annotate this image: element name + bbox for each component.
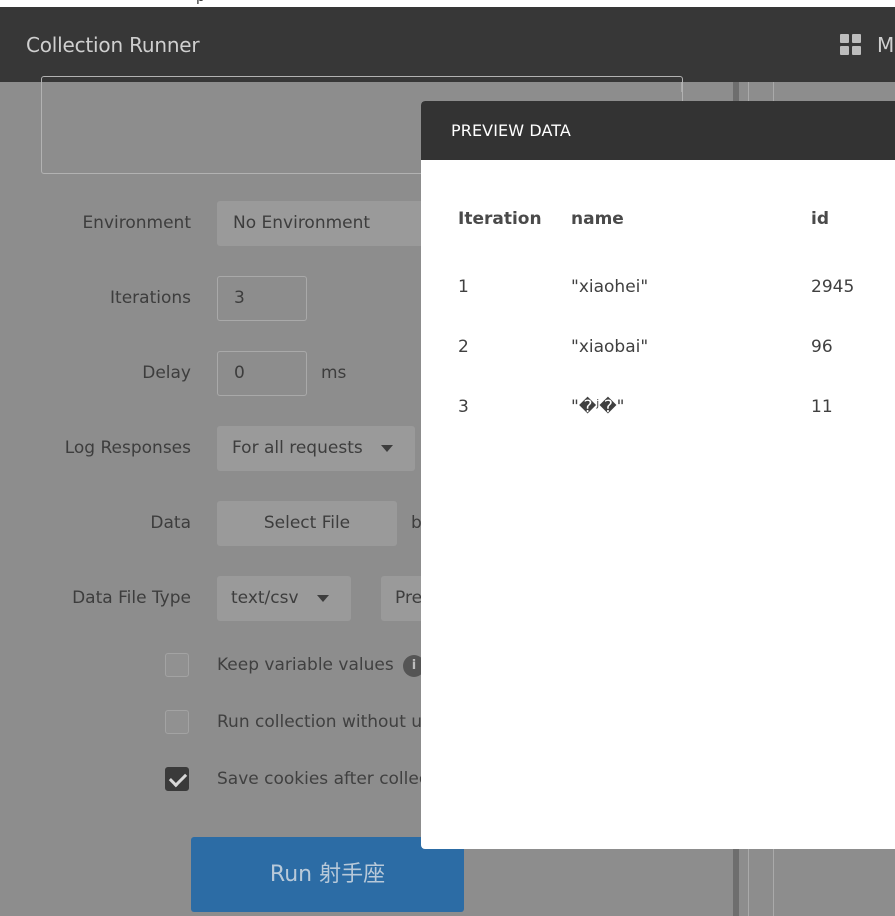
column-header-iteration: Iteration bbox=[458, 209, 542, 229]
save-cookies-label: Save cookies after collec bbox=[217, 769, 429, 789]
save-cookies-checkbox[interactable] bbox=[165, 767, 189, 791]
page-title: Collection Runner bbox=[26, 33, 200, 57]
modal-title: PREVIEW DATA bbox=[451, 121, 571, 140]
table-cell-name: "xiaohei" bbox=[571, 277, 649, 297]
chevron-down-icon bbox=[380, 444, 393, 452]
environment-label: Environment bbox=[82, 213, 191, 233]
keep-variable-values-label: Keep variable values bbox=[217, 655, 394, 675]
delay-label: Delay bbox=[142, 363, 191, 383]
table-cell-id: 11 bbox=[811, 397, 833, 417]
table-cell-name: "xiaobai" bbox=[571, 337, 649, 357]
table-cell-id: 2945 bbox=[811, 277, 855, 297]
log-responses-value: For all requests bbox=[232, 438, 363, 458]
modal-header: PREVIEW DATA bbox=[421, 101, 895, 160]
table-cell-name: "�ʲ�" bbox=[571, 397, 625, 417]
log-responses-label: Log Responses bbox=[64, 438, 191, 458]
grid-icon[interactable] bbox=[840, 34, 862, 56]
column-header-name: name bbox=[571, 209, 624, 229]
table-cell-iteration: 2 bbox=[458, 337, 469, 357]
collection-runner-window: p Collection Runner M Environment No Env… bbox=[0, 0, 895, 916]
log-responses-select[interactable]: For all requests bbox=[217, 426, 415, 471]
data-file-type-value: text/csv bbox=[231, 588, 299, 608]
table-cell-iteration: 3 bbox=[458, 397, 469, 417]
run-without-cookies-checkbox[interactable] bbox=[165, 710, 189, 734]
keep-variable-values-checkbox[interactable] bbox=[165, 653, 189, 677]
iterations-label: Iterations bbox=[110, 288, 191, 308]
top-strip-text: p bbox=[196, 0, 205, 5]
column-header-id: id bbox=[811, 209, 829, 229]
data-file-type-select[interactable]: text/csv bbox=[217, 576, 351, 621]
delay-unit: ms bbox=[321, 363, 347, 383]
table-cell-iteration: 1 bbox=[458, 277, 469, 297]
panel-divider bbox=[681, 82, 682, 92]
table-cell-id: 96 bbox=[811, 337, 833, 357]
data-file-type-label: Data File Type bbox=[72, 588, 191, 608]
iterations-input[interactable]: 3 bbox=[217, 276, 307, 321]
select-file-button[interactable]: Select File bbox=[217, 501, 397, 546]
chevron-down-icon bbox=[316, 594, 329, 602]
data-label: Data bbox=[150, 513, 191, 533]
environment-select[interactable]: No Environment bbox=[217, 201, 427, 246]
header-right-label[interactable]: M bbox=[877, 33, 895, 57]
delay-input[interactable]: 0 bbox=[217, 351, 307, 396]
app-header: Collection Runner M bbox=[0, 7, 895, 82]
preview-data-modal: PREVIEW DATA Iteration name id 1 "xiaohe… bbox=[421, 101, 895, 849]
run-without-cookies-label: Run collection without us bbox=[217, 712, 431, 732]
top-strip: p bbox=[0, 0, 895, 7]
